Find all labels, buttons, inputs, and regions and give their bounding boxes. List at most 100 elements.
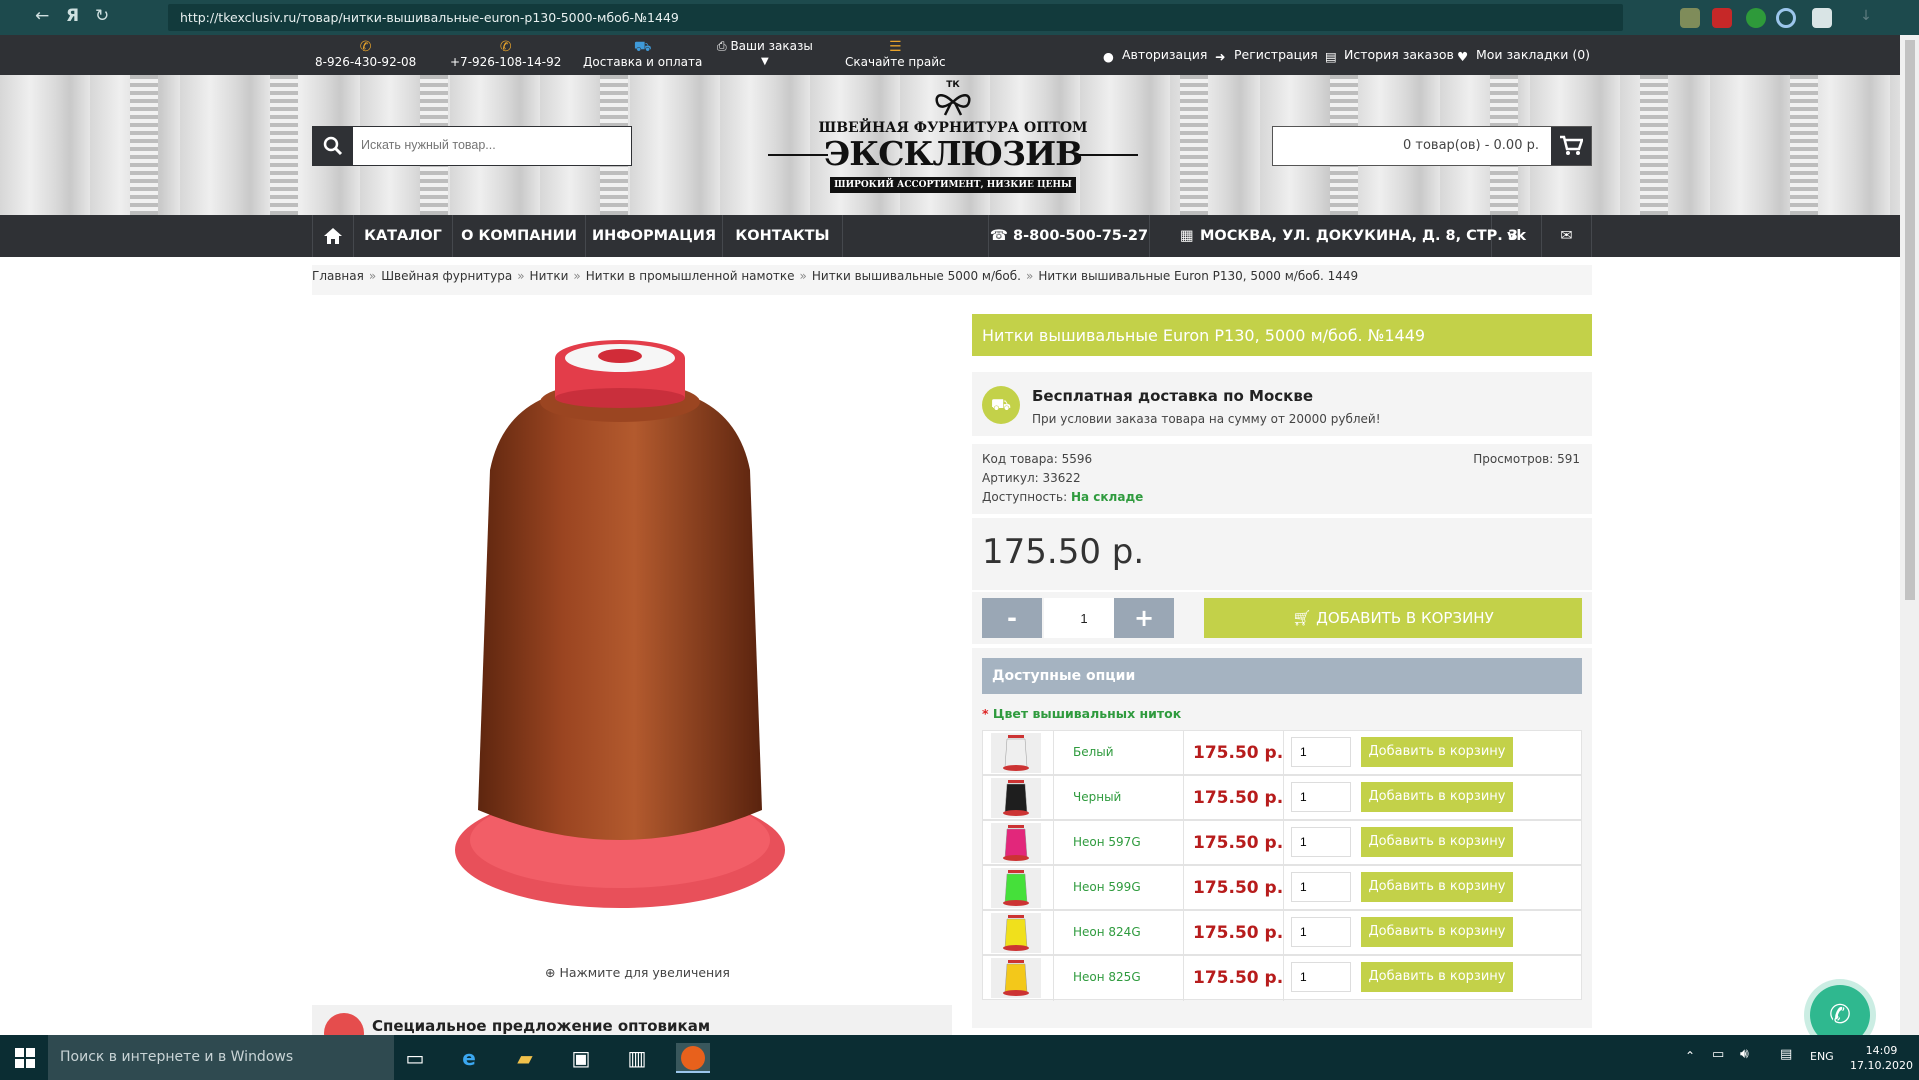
tray-chevron-icon[interactable]: ⌃ [1685,1049,1695,1063]
add-to-cart-button[interactable]: 🛒︎ ДОБАВИТЬ В КОРЗИНУ [1204,598,1582,638]
task-view-icon[interactable]: ▭ [398,1043,432,1073]
option-add-button[interactable]: Добавить в корзину [1361,917,1513,947]
add-to-cart-label: ДОБАВИТЬ В КОРЗИНУ [1316,609,1494,627]
app-icon[interactable]: ▥ [620,1043,654,1073]
option-qty-input[interactable] [1291,827,1351,857]
option-add-button[interactable]: Добавить в корзину [1361,827,1513,857]
option-qty-input[interactable] [1291,962,1351,992]
product-views: Просмотров: 591 [1473,452,1580,466]
breadcrumb-separator: » [368,269,377,283]
menu-phone[interactable]: ☎ 8-800-500-75-27 [988,215,1150,257]
scrollbar-thumb[interactable] [1905,40,1915,600]
menu-icon[interactable] [1812,8,1832,28]
breadcrumb-item[interactable]: Главная [312,269,364,283]
option-name[interactable]: Неон 597G [1073,835,1141,849]
top-contacts-bar: ✆ 8-926-430-92-08 ✆ +7-926-108-14-92 ⛟ Д… [0,35,1900,75]
breadcrumb-item[interactable]: Нитки [530,269,569,283]
register-link[interactable]: ➜ Регистрация [1215,47,1318,64]
qty-plus-button[interactable]: + [1114,598,1174,638]
option-thumbnail[interactable] [991,778,1041,818]
bookmarks-link[interactable]: ♥ Мои закладки (0) [1457,47,1591,64]
option-qty-input[interactable] [1291,917,1351,947]
refresh-icon[interactable]: ↻ [95,6,109,26]
option-name[interactable]: Неон 825G [1073,970,1141,984]
qty-minus-button[interactable]: - [982,598,1042,638]
zoom-hint[interactable]: ⊕ Нажмите для увеличения [545,965,730,980]
breadcrumb-item[interactable]: Нитки в промышленной намотке [586,269,795,283]
store-icon[interactable]: ▣ [564,1043,598,1073]
option-name[interactable]: Неон 824G [1073,925,1141,939]
phone2-link[interactable]: ✆ +7-926-108-14-92 [450,39,561,69]
menu-catalog[interactable]: КАТАЛОГ [354,215,453,257]
site-logo[interactable]: ТК ШВЕЙНАЯ ФУРНИТУРА ОПТОМ ЭКСКЛЮЗИВ ШИР… [768,80,1138,210]
option-qty-input[interactable] [1291,782,1351,812]
green-extension-icon[interactable] [1746,8,1766,28]
volume-icon[interactable]: 🔊︎ [1740,1046,1749,1062]
pricelist-link[interactable]: ☰ Скачайте прайс [845,39,946,69]
quantity-input[interactable] [1044,598,1124,638]
option-thumbnail[interactable] [991,913,1041,953]
option-thumbnail[interactable] [991,958,1041,998]
history-link[interactable]: ▤ История заказов [1325,47,1454,64]
search-button[interactable] [313,127,353,165]
option-add-button[interactable]: Добавить в корзину [1361,872,1513,902]
address-bar[interactable]: http://tkexclusiv.ru/товар/нитки-вышивал… [168,4,1623,31]
zoom-icon: ⊕ [545,965,556,980]
home-button[interactable] [312,215,354,257]
taskbar-search[interactable]: Поиск в интернете и в Windows [48,1035,394,1080]
download-icon[interactable]: ↓ [1856,8,1876,28]
menu-contacts[interactable]: КОНТАКТЫ [723,215,843,257]
option-price: 175.50 р. [1193,923,1284,943]
windows-start-icon[interactable] [8,1043,42,1073]
phone1-link[interactable]: ✆ 8-926-430-92-08 [315,39,416,69]
option-thumbnail[interactable] [991,823,1041,863]
delivery-link[interactable]: ⛟ Доставка и оплата [583,39,702,69]
cart-button[interactable] [1551,127,1591,165]
logo-tagline-bottom: ШИРОКИЙ АССОРТИМЕНТ, НИЗКИЕ ЦЕНЫ [830,177,1076,193]
mail-icon[interactable]: ✉ [1542,215,1592,257]
product-price: 175.50 р. [982,532,1145,572]
option-name[interactable]: Черный [1073,790,1121,804]
notification-icon[interactable]: ▤ [1780,1047,1792,1062]
breadcrumb-item[interactable]: Нитки вышивальные 5000 м/боб. [812,269,1021,283]
product-image[interactable] [440,330,800,930]
option-qty-input[interactable] [1291,737,1351,767]
taskbar-clock[interactable]: 14:09 17.10.2020 [1850,1043,1913,1073]
breadcrumb-item[interactable]: Швейная фурнитура [381,269,512,283]
orders-dropdown[interactable]: ⎙ Ваши заказы ▼ [717,39,813,70]
extension-icon[interactable] [1680,8,1700,28]
login-link[interactable]: ● Авторизация [1103,47,1207,64]
cart-box[interactable]: 0 товар(ов) - 0.00 р. [1272,126,1592,166]
folder-icon[interactable]: ▰ [508,1043,542,1073]
yandex-icon[interactable]: Я [66,6,79,26]
firefox-icon[interactable] [676,1043,710,1073]
language-indicator[interactable]: ENG [1810,1050,1834,1063]
clock-time: 14:09 [1865,1044,1898,1057]
option-add-button[interactable]: Добавить в корзину [1361,962,1513,992]
breadcrumb-item[interactable]: Нитки вышивальные Euron P130, 5000 м/боб… [1038,269,1358,283]
option-thumbnail[interactable] [991,868,1041,908]
menu-address: ▦ МОСКВА, УЛ. ДОКУКИНА, Д. 8, СТР. 3 [1150,215,1518,257]
circle-extension-icon[interactable] [1776,8,1796,28]
option-qty-input[interactable] [1291,872,1351,902]
edge-icon[interactable]: e [452,1043,486,1073]
vk-icon[interactable]: vk [1492,215,1542,257]
bookmarks-text: Мои закладки (0) [1476,47,1591,62]
cart-icon [1560,135,1584,155]
menu-address-text: МОСКВА, УЛ. ДОКУКИНА, Д. 8, СТР. 3 [1200,228,1518,244]
option-add-button[interactable]: Добавить в корзину [1361,737,1513,767]
breadcrumb-separator: » [517,269,525,283]
back-icon[interactable]: ← [35,6,49,26]
network-icon[interactable]: ▭ [1712,1047,1724,1062]
option-name[interactable]: Неон 599G [1073,880,1141,894]
search-input[interactable] [361,138,621,152]
option-name[interactable]: Белый [1073,745,1114,759]
menu-about[interactable]: О КОМПАНИИ [453,215,586,257]
option-thumbnail[interactable] [991,733,1041,773]
wholesale-offer-text: Специальное предложение оптовикам [372,1017,711,1035]
option-add-button[interactable]: Добавить в корзину [1361,782,1513,812]
option-price: 175.50 р. [1193,878,1284,898]
wholesale-offer[interactable]: Специальное предложение оптовикам [312,1005,952,1035]
menu-info[interactable]: ИНФОРМАЦИЯ [586,215,723,257]
mail-badge-icon[interactable] [1712,8,1732,28]
